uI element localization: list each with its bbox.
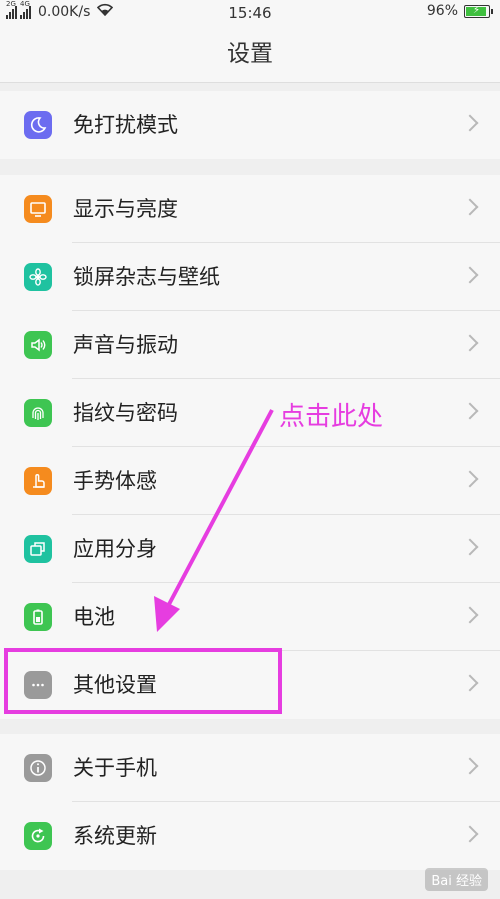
settings-item[interactable]: 指纹与密码 <box>0 379 500 447</box>
battery-icon <box>24 603 52 631</box>
fingerprint-icon <box>24 399 52 427</box>
chevron-right-icon <box>461 334 479 352</box>
settings-item-label: 手势体感 <box>73 469 157 493</box>
moon-icon <box>24 111 52 139</box>
status-time: 15:46 <box>228 4 272 22</box>
settings-group-1: 免打扰模式 <box>0 91 500 159</box>
hand-icon <box>24 467 52 495</box>
clone-icon <box>24 535 52 563</box>
display-icon <box>24 195 52 223</box>
settings-item[interactable]: 手势体感 <box>0 447 500 515</box>
settings-item[interactable]: 锁屏杂志与壁纸 <box>0 243 500 311</box>
settings-item[interactable]: 电池 <box>0 583 500 651</box>
settings-item-label: 应用分身 <box>73 537 157 561</box>
chevron-right-icon <box>461 402 479 420</box>
chevron-right-icon <box>461 674 479 692</box>
settings-item-label: 显示与亮度 <box>73 197 178 221</box>
settings-item-label: 指纹与密码 <box>73 401 178 425</box>
chevron-right-icon <box>461 825 479 843</box>
update-icon <box>24 822 52 850</box>
flower-icon <box>24 263 52 291</box>
battery-percent: 96% <box>426 3 458 19</box>
chevron-right-icon <box>461 538 479 556</box>
speaker-icon <box>24 331 52 359</box>
chevron-right-icon <box>461 198 479 216</box>
highlight-box <box>4 648 282 714</box>
chevron-right-icon <box>461 757 479 775</box>
watermark: Bai 经验 <box>425 868 488 891</box>
settings-item-label: 系统更新 <box>73 824 157 848</box>
settings-group-3: 关于手机 系统更新 <box>0 734 500 870</box>
chevron-right-icon <box>461 470 479 488</box>
settings-item[interactable]: 显示与亮度 <box>0 175 500 243</box>
settings-item-label: 免打扰模式 <box>73 113 178 137</box>
status-bar: 2G 4G 0.00K/s 15:46 96% ⚡ <box>0 0 500 26</box>
settings-item-label: 声音与振动 <box>73 333 178 357</box>
settings-group-2: 显示与亮度 锁屏杂志与壁纸 声音与振动 指纹与密码 手势体感 应用分身 电池 其他设置 <box>0 175 500 719</box>
settings-item[interactable]: 声音与振动 <box>0 311 500 379</box>
chevron-right-icon <box>461 606 479 624</box>
settings-item-label: 电池 <box>73 605 115 629</box>
annotation-text: 点击此处 <box>279 402 384 432</box>
settings-item[interactable]: 系统更新 <box>0 802 500 870</box>
battery-icon: ⚡ <box>464 4 493 18</box>
page-title: 设置 <box>0 26 500 83</box>
info-icon <box>24 754 52 782</box>
status-right: 96% ⚡ <box>426 3 493 19</box>
settings-item-label: 关于手机 <box>73 756 157 780</box>
settings-item[interactable]: 免打扰模式 <box>0 91 500 159</box>
settings-item[interactable]: 应用分身 <box>0 515 500 583</box>
settings-item-label: 锁屏杂志与壁纸 <box>73 265 220 289</box>
chevron-right-icon <box>461 114 479 132</box>
chevron-right-icon <box>461 266 479 284</box>
settings-item[interactable]: 关于手机 <box>0 734 500 802</box>
